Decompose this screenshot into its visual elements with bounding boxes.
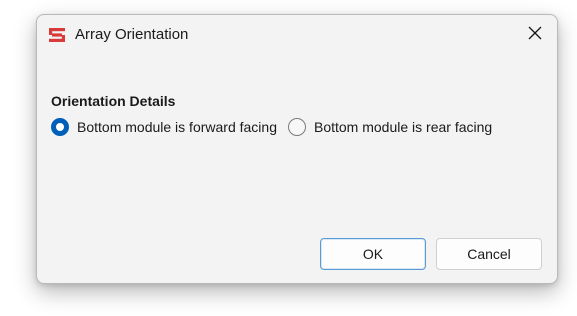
array-orientation-dialog: Array Orientation Orientation Details Bo… bbox=[36, 14, 558, 284]
radio-selected-indicator[interactable] bbox=[51, 118, 69, 136]
dialog-title: Array Orientation bbox=[75, 26, 189, 43]
radio-rear-facing-label[interactable]: Bottom module is rear facing bbox=[314, 118, 492, 136]
close-icon bbox=[528, 26, 542, 45]
orientation-radio-group: Bottom module is forward facing Bottom m… bbox=[51, 118, 492, 136]
cancel-button[interactable]: Cancel bbox=[436, 238, 542, 270]
ok-button[interactable]: OK bbox=[320, 238, 426, 270]
app-logo-icon bbox=[48, 27, 66, 43]
radio-forward-facing[interactable]: Bottom module is forward facing bbox=[51, 118, 277, 136]
radio-forward-facing-label[interactable]: Bottom module is forward facing bbox=[77, 118, 277, 136]
radio-unselected-indicator[interactable] bbox=[287, 118, 306, 136]
radio-rear-facing[interactable]: Bottom module is rear facing bbox=[287, 118, 492, 136]
dialog-titlebar[interactable]: Array Orientation bbox=[37, 15, 557, 55]
orientation-details-heading: Orientation Details bbox=[51, 93, 176, 109]
close-button[interactable] bbox=[517, 19, 553, 51]
